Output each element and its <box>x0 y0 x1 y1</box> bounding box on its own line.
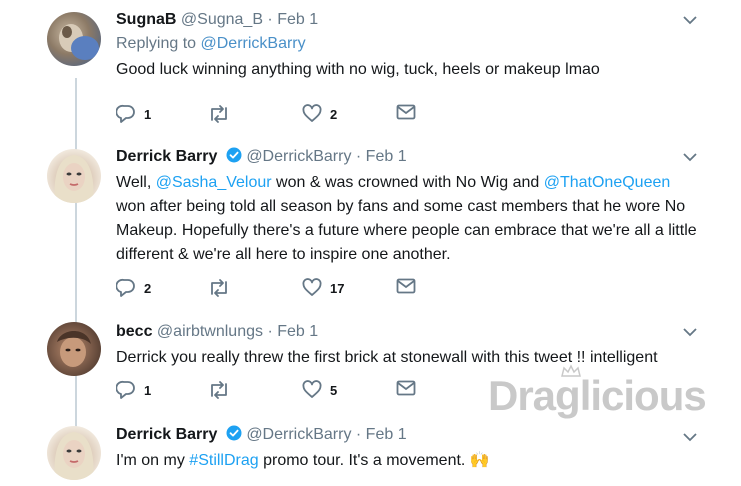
separator-dot: · <box>351 426 366 443</box>
message-button[interactable] <box>396 380 416 396</box>
like-count: 2 <box>330 106 338 122</box>
user-handle[interactable]: @DerrickBarry <box>246 426 351 443</box>
message-icon <box>396 278 416 294</box>
like-button[interactable]: 5 <box>302 380 337 400</box>
retweet-icon <box>211 105 227 123</box>
tweet-text: Well, @Sasha_Velour won & was crowned wi… <box>116 171 701 267</box>
like-count: 5 <box>330 382 338 398</box>
text-segment: won after being told all season by fans … <box>116 198 697 263</box>
user-handle[interactable]: @Sugna_B <box>181 11 263 28</box>
raised-hands-emoji: 🙌 <box>469 452 490 469</box>
verified-badge-icon <box>226 425 242 441</box>
tweet-header: becc @airbtwnlungs · Feb 1 <box>116 322 701 342</box>
reply-icon <box>116 278 135 297</box>
reply-count: 2 <box>144 280 152 296</box>
message-button[interactable] <box>396 278 416 294</box>
tweet-date[interactable]: Feb 1 <box>366 148 407 165</box>
like-icon <box>302 278 322 296</box>
message-icon <box>396 380 416 396</box>
chevron-down-icon[interactable] <box>683 432 697 442</box>
text-segment: won & was crowned with No Wig and <box>271 174 544 191</box>
tweet-text: Derrick you really threw the first brick… <box>116 349 658 366</box>
avatar[interactable] <box>47 322 101 376</box>
reply-button[interactable]: 2 <box>116 278 151 298</box>
watermark-logo: Draglicious <box>488 372 707 419</box>
retweet-icon <box>211 279 227 297</box>
thread-connector-line <box>75 78 77 468</box>
text-segment: promo tour. It's a movement. <box>258 452 470 469</box>
like-icon <box>302 104 322 122</box>
tweet-actions: 1 5 <box>116 380 436 400</box>
like-icon <box>302 380 322 398</box>
verified-badge-icon <box>226 147 242 163</box>
reply-button[interactable]: 1 <box>116 104 151 124</box>
tweet-date[interactable]: Feb 1 <box>366 426 407 443</box>
chevron-down-icon[interactable] <box>683 15 697 25</box>
user-handle[interactable]: @airbtwnlungs <box>157 323 263 340</box>
separator-dot: · <box>351 148 366 165</box>
reply-handle-link[interactable]: @DerrickBarry <box>201 35 306 52</box>
retweet-icon <box>211 381 227 399</box>
tweet-header: Derrick Barry @DerrickBarry · Feb 1 <box>116 147 701 167</box>
like-button[interactable]: 17 <box>302 278 344 298</box>
tweet-actions: 2 17 <box>116 278 436 298</box>
text-segment: Well, <box>116 174 156 191</box>
chevron-down-icon[interactable] <box>683 327 697 337</box>
retweet-button[interactable] <box>208 104 230 124</box>
display-name[interactable]: Derrick Barry <box>116 148 217 165</box>
user-handle[interactable]: @DerrickBarry <box>246 148 351 165</box>
reply-count: 1 <box>144 106 152 122</box>
message-button[interactable] <box>396 104 416 120</box>
avatar[interactable] <box>47 149 101 203</box>
tweet-header: Derrick Barry @DerrickBarry · Feb 1 <box>116 425 701 445</box>
tweet-actions: 1 2 <box>116 104 436 124</box>
mention-link[interactable]: @Sasha_Velour <box>156 174 272 191</box>
tweet-header: SugnaB @Sugna_B · Feb 1 <box>116 10 701 30</box>
text-segment: I'm on my <box>116 452 190 469</box>
separator-dot: · <box>262 11 278 28</box>
like-count: 17 <box>330 280 345 296</box>
avatar[interactable] <box>47 426 101 480</box>
avatar[interactable] <box>47 12 101 66</box>
tweet-date[interactable]: Feb 1 <box>277 11 318 28</box>
mention-link[interactable]: @ThatOneQueen <box>544 174 671 191</box>
tweet-text: I'm on my #StillDrag promo tour. It's a … <box>116 449 701 473</box>
like-button[interactable]: 2 <box>302 104 337 124</box>
tweet-text: Good luck winning anything with no wig, … <box>116 61 600 78</box>
reply-button[interactable]: 1 <box>116 380 151 400</box>
hashtag-link[interactable]: #StillDrag <box>189 452 258 469</box>
replying-to: Replying to @DerrickBarry <box>116 34 701 54</box>
tweet-date[interactable]: Feb 1 <box>277 323 318 340</box>
retweet-button[interactable] <box>208 380 230 400</box>
reply-icon <box>116 380 135 399</box>
display-name[interactable]: SugnaB <box>116 11 176 28</box>
retweet-button[interactable] <box>208 278 230 298</box>
chevron-down-icon[interactable] <box>683 152 697 162</box>
display-name[interactable]: becc <box>116 323 152 340</box>
message-icon <box>396 104 416 120</box>
display-name[interactable]: Derrick Barry <box>116 426 217 443</box>
replying-to-label: Replying to <box>116 35 201 52</box>
reply-icon <box>116 104 135 123</box>
reply-count: 1 <box>144 382 152 398</box>
separator-dot: · <box>263 323 278 340</box>
